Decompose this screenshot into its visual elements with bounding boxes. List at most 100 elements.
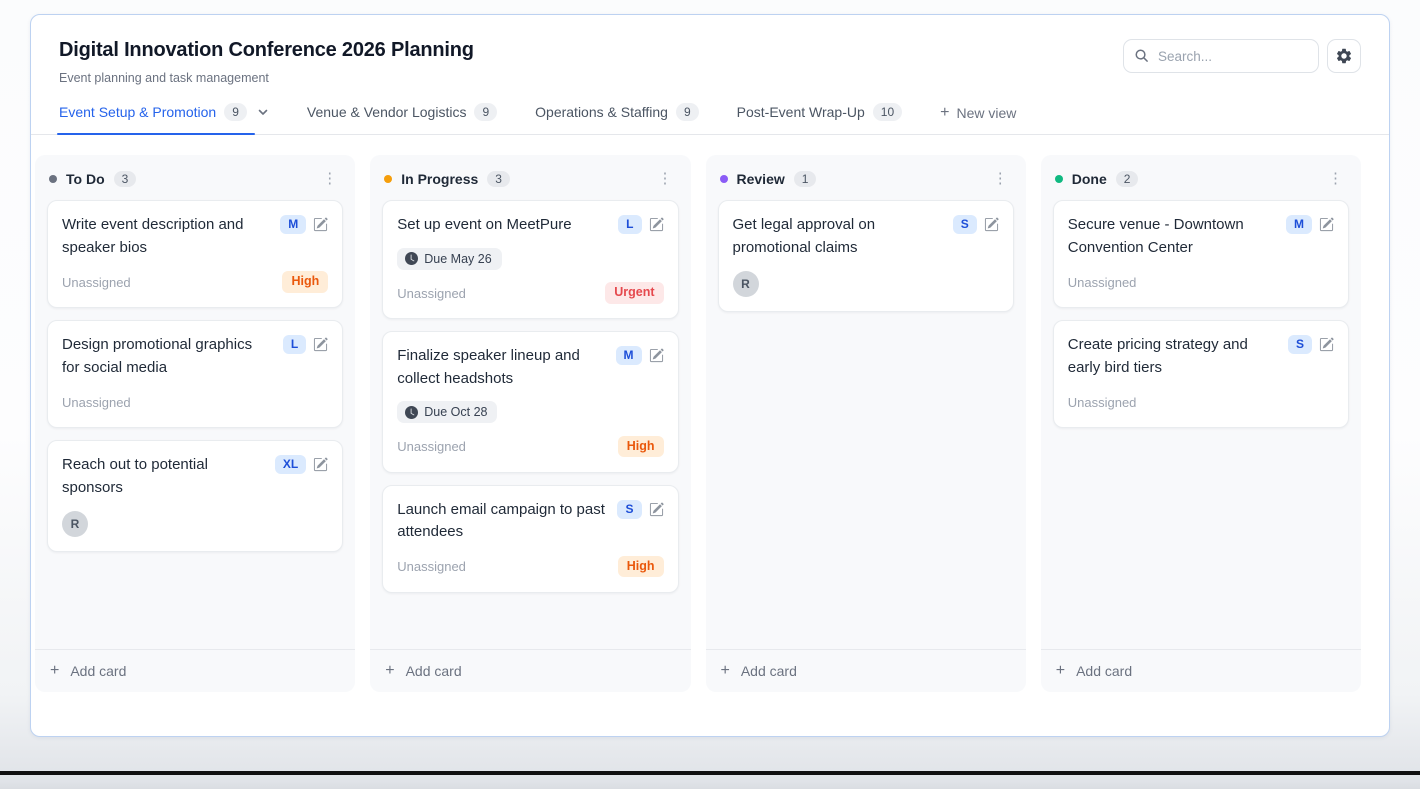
clock-icon [405, 252, 418, 265]
card-actions: S [953, 214, 999, 259]
due-date-chip: Due Oct 28 [397, 401, 497, 423]
card-top: Create pricing strategy and early bird t… [1068, 334, 1334, 379]
add-card-button[interactable]: + Add card [1041, 649, 1361, 692]
tab-count-badge: 9 [676, 103, 699, 121]
edit-icon [313, 337, 328, 352]
task-card[interactable]: Launch email campaign to past attendeesS… [382, 485, 678, 593]
edit-card-button[interactable] [649, 346, 664, 363]
card-title: Set up event on MeetPure [397, 214, 571, 237]
size-badge: S [1288, 335, 1312, 354]
card-bottom: R [62, 511, 328, 537]
tab-operations-staffing[interactable]: Operations & Staffing9 [535, 103, 699, 134]
column-menu-button[interactable]: ⋮ [318, 169, 341, 188]
priority-badge: High [282, 271, 328, 293]
chevron-down-icon[interactable] [257, 106, 269, 118]
plus-icon: + [1056, 663, 1065, 679]
tab-event-setup-promotion[interactable]: Event Setup & Promotion9 [59, 103, 269, 134]
column-name: Done [1072, 171, 1107, 187]
edit-card-button[interactable] [313, 215, 328, 232]
add-card-button[interactable]: + Add card [706, 649, 1026, 692]
due-date-label: Due Oct 28 [424, 405, 487, 419]
new-view-label: New view [956, 105, 1016, 121]
assignee-label: Unassigned [1068, 395, 1137, 410]
card-actions: L [618, 214, 663, 237]
column-menu-button[interactable]: ⋮ [654, 169, 677, 188]
card-actions: L [283, 334, 328, 379]
column-count-badge: 1 [794, 171, 817, 187]
task-card[interactable]: Get legal approval on promotional claims… [718, 200, 1014, 312]
settings-button[interactable] [1327, 39, 1361, 73]
add-card-label: Add card [1076, 663, 1132, 679]
edit-card-button[interactable] [649, 500, 664, 517]
column-menu-button[interactable]: ⋮ [1324, 169, 1347, 188]
column-cards: Get legal approval on promotional claims… [706, 198, 1026, 649]
assignee-label: Unassigned [397, 286, 466, 301]
size-badge: M [616, 346, 642, 365]
card-top: Finalize speaker lineup and collect head… [397, 345, 663, 390]
plus-icon: + [940, 105, 949, 121]
add-card-label: Add card [741, 663, 797, 679]
edit-card-button[interactable] [1319, 335, 1334, 352]
column-header: In Progress3⋮ [370, 155, 690, 198]
edit-card-button[interactable] [649, 215, 664, 232]
new-view-button[interactable]: + New view [940, 105, 1016, 134]
size-badge: L [283, 335, 306, 354]
card-bottom: R [733, 271, 999, 297]
status-dot [1055, 175, 1063, 183]
add-card-button[interactable]: +Add card [370, 649, 690, 692]
add-card-label: Add card [406, 663, 462, 679]
tab-count-badge: 9 [224, 103, 247, 121]
column-count-badge: 2 [1116, 171, 1139, 187]
edit-card-button[interactable] [313, 455, 328, 472]
size-badge: M [1286, 215, 1312, 234]
column-menu-button[interactable]: ⋮ [989, 169, 1012, 188]
card-actions: M [1286, 214, 1334, 259]
gear-icon [1335, 47, 1353, 65]
avatar[interactable]: R [733, 271, 759, 297]
task-card[interactable]: Finalize speaker lineup and collect head… [382, 331, 678, 473]
card-title: Get legal approval on promotional claims [733, 214, 943, 259]
app-header: Digital Innovation Conference 2026 Plann… [31, 15, 1389, 85]
status-dot [384, 175, 392, 183]
card-bottom: Unassigned [62, 391, 328, 413]
size-badge: M [280, 215, 306, 234]
edit-card-button[interactable] [984, 215, 999, 232]
task-card[interactable]: Create pricing strategy and early bird t… [1053, 320, 1349, 428]
card-bottom: UnassignedHigh [62, 271, 328, 293]
column-name: To Do [66, 171, 105, 187]
tab-label: Post-Event Wrap-Up [737, 104, 865, 120]
card-bottom: Unassigned [1068, 271, 1334, 293]
edit-card-button[interactable] [1319, 215, 1334, 232]
kanban-board: To Do3⋮Write event description and speak… [31, 135, 1389, 692]
task-card[interactable]: Set up event on MeetPure L Due May 26 Unass… [382, 200, 678, 319]
edit-icon [649, 217, 664, 232]
header-text: Digital Innovation Conference 2026 Plann… [59, 39, 474, 85]
task-card[interactable]: Reach out to potential sponsorsXLR [47, 440, 343, 552]
card-title: Create pricing strategy and early bird t… [1068, 334, 1278, 379]
edit-icon [1319, 217, 1334, 232]
size-badge: S [617, 500, 641, 519]
tab-venue-vendor-logistics[interactable]: Venue & Vendor Logistics9 [307, 103, 497, 134]
tab-post-event-wrap-up[interactable]: Post-Event Wrap-Up 10 [737, 103, 902, 134]
tab-count-badge: 10 [873, 103, 902, 121]
add-card-button[interactable]: +Add card [35, 649, 355, 692]
card-title: Finalize speaker lineup and collect head… [397, 345, 605, 390]
search-input[interactable] [1123, 39, 1319, 73]
column-count-badge: 3 [487, 171, 510, 187]
size-badge: S [953, 215, 977, 234]
avatar[interactable]: R [62, 511, 88, 537]
column-header: To Do3⋮ [35, 155, 355, 198]
plus-icon: + [721, 663, 730, 679]
due-date-label: Due May 26 [424, 252, 491, 266]
card-actions: M [616, 345, 664, 390]
page-subtitle: Event planning and task management [59, 71, 474, 85]
priority-badge: Urgent [605, 282, 663, 304]
assignee-label: Unassigned [62, 395, 131, 410]
tab-count-badge: 9 [474, 103, 497, 121]
page-title: Digital Innovation Conference 2026 Plann… [59, 39, 474, 62]
task-card[interactable]: Design promotional graphics for social m… [47, 320, 343, 428]
card-top: Set up event on MeetPure L [397, 214, 663, 237]
task-card[interactable]: Secure venue - Downtown Convention Cente… [1053, 200, 1349, 308]
edit-card-button[interactable] [313, 335, 328, 352]
task-card[interactable]: Write event description and speaker bios… [47, 200, 343, 308]
